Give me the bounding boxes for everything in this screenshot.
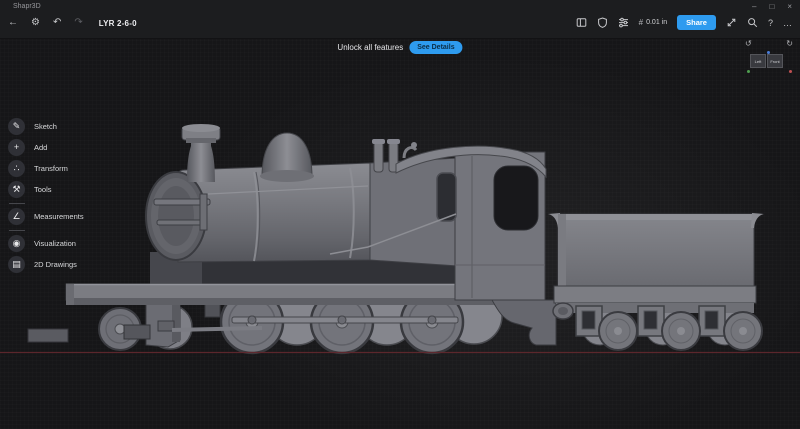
settings-gear-icon[interactable]: ⚙ bbox=[31, 17, 40, 29]
tools-wrench-icon: ⚒ bbox=[8, 181, 25, 198]
sliders-icon[interactable] bbox=[618, 17, 629, 28]
view-cube-face-front[interactable]: Front bbox=[767, 54, 783, 68]
tender-wheels[interactable] bbox=[598, 311, 763, 351]
drawings-document-icon: ▤ bbox=[8, 256, 25, 273]
rotate-ccw-icon[interactable]: ↺ bbox=[745, 39, 752, 48]
shield-history-icon[interactable] bbox=[597, 17, 608, 28]
grid-spacing-control[interactable]: # 0.01 in bbox=[639, 18, 667, 27]
undo-icon[interactable]: ↶ bbox=[53, 17, 61, 29]
add-plus-icon: + bbox=[8, 139, 25, 156]
trial-banner: Unlock all features See Details bbox=[337, 41, 463, 54]
sidebar-item-transform[interactable]: ∴ Transform bbox=[8, 160, 84, 177]
panels-icon[interactable] bbox=[576, 17, 587, 28]
toolbar-left: ← ⚙ ↶ ↷ LYR 2-6-0 bbox=[8, 17, 137, 29]
axis-dot-x bbox=[789, 70, 792, 73]
view-cube[interactable]: Left Front bbox=[750, 54, 783, 68]
smokebox-handle[interactable] bbox=[156, 219, 206, 226]
sidebar-item-label: Visualization bbox=[34, 239, 76, 248]
top-bar: Shapr3D – □ × ← ⚙ ↶ ↷ LYR 2-6-0 # 0.01 i… bbox=[0, 0, 800, 39]
help-icon[interactable]: ? bbox=[768, 18, 773, 28]
front-step[interactable] bbox=[123, 324, 151, 340]
orientation-widget: ↺ ↻ Left Front bbox=[743, 39, 795, 77]
sidebar-item-tools[interactable]: ⚒ Tools bbox=[8, 181, 84, 198]
sidebar-item-label: Tools bbox=[34, 185, 52, 194]
measurements-ruler-icon: ∠ bbox=[8, 208, 25, 225]
sidebar-item-measurements[interactable]: ∠ Measurements bbox=[8, 208, 84, 225]
grid-icon: # bbox=[638, 18, 644, 27]
sidebar-item-visualization[interactable]: ◉ Visualization bbox=[8, 235, 84, 252]
toolbar-right: # 0.01 in Share ? … bbox=[576, 15, 793, 30]
locomotive-model[interactable] bbox=[0, 0, 800, 429]
search-icon[interactable] bbox=[747, 17, 758, 28]
axis-dot-y bbox=[747, 70, 750, 73]
tender-frame[interactable] bbox=[553, 285, 757, 304]
app-title: Shapr3D bbox=[13, 3, 41, 10]
window-controls: – □ × bbox=[752, 2, 792, 12]
shapr3d-window: { "titlebar": { "app_title": "Shapr3D", … bbox=[0, 0, 800, 429]
sidebar-item-label: Measurements bbox=[34, 212, 84, 221]
tender-body[interactable] bbox=[557, 213, 755, 287]
chimney[interactable] bbox=[181, 124, 221, 182]
sidebar-divider bbox=[9, 203, 25, 204]
close-icon[interactable]: × bbox=[787, 2, 792, 12]
sidebar-item-sketch[interactable]: ✎ Sketch bbox=[8, 118, 84, 135]
share-button[interactable]: Share bbox=[677, 15, 716, 30]
sidebar-divider bbox=[9, 230, 25, 231]
sidebar-item-label: Sketch bbox=[34, 122, 57, 131]
connecting-rod[interactable] bbox=[171, 326, 263, 332]
view-cube-face-left[interactable]: Left bbox=[750, 54, 766, 68]
tender[interactable] bbox=[548, 213, 764, 351]
crosshead[interactable] bbox=[157, 320, 175, 332]
redo-icon[interactable]: ↷ bbox=[74, 17, 82, 29]
minimize-icon[interactable]: – bbox=[752, 2, 756, 12]
rotate-cw-icon[interactable]: ↻ bbox=[786, 39, 793, 48]
maximize-icon[interactable]: □ bbox=[769, 2, 774, 12]
more-menu-icon[interactable]: … bbox=[783, 18, 793, 28]
back-icon[interactable]: ← bbox=[8, 17, 18, 29]
transform-icon: ∴ bbox=[8, 160, 25, 177]
sidebar-item-2d-drawings[interactable]: ▤ 2D Drawings bbox=[8, 256, 84, 273]
axis-dot-z bbox=[767, 51, 770, 54]
visualization-icon: ◉ bbox=[8, 235, 25, 252]
steam-dome[interactable] bbox=[260, 132, 314, 182]
sketch-pencil-icon: ✎ bbox=[8, 118, 25, 135]
grid-spacing-value: 0.01 in bbox=[646, 19, 668, 26]
sidebar-item-add[interactable]: + Add bbox=[8, 139, 84, 156]
trial-banner-message: Unlock all features bbox=[337, 43, 404, 52]
sidebar-item-label: Add bbox=[34, 143, 48, 152]
sidebar-item-label: Transform bbox=[34, 164, 68, 173]
tools-sidebar: ✎ Sketch + Add ∴ Transform ⚒ Tools ∠ Mea… bbox=[0, 118, 84, 277]
front-coupler[interactable] bbox=[27, 328, 69, 343]
sidebar-item-label: 2D Drawings bbox=[34, 260, 77, 269]
project-title[interactable]: LYR 2-6-0 bbox=[99, 19, 137, 28]
see-details-button[interactable]: See Details bbox=[409, 41, 463, 54]
cab-window[interactable] bbox=[436, 172, 457, 222]
expand-icon[interactable] bbox=[726, 17, 737, 28]
cab-opening bbox=[493, 165, 539, 231]
